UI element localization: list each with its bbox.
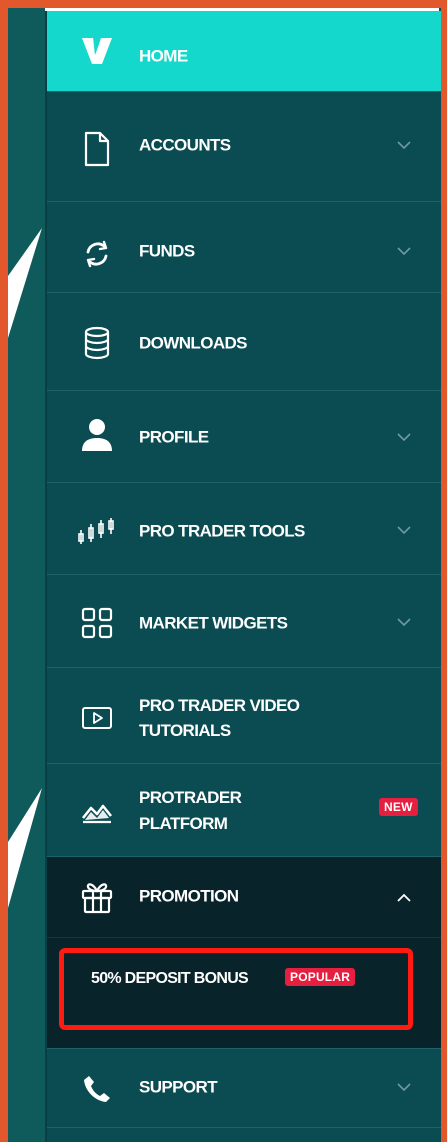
sidebar-item-home[interactable]: HOME (47, 11, 441, 92)
highlight-annotation (59, 948, 413, 1030)
sidebar-item-label: ACCOUNTS (139, 135, 231, 155)
sidebar-item-funds[interactable]: FUNDS (47, 202, 441, 293)
sidebar-item-profile[interactable]: PROFILE (47, 391, 441, 483)
screenshot-frame: HOME ACCOUNTS FUNDS DOWNLOADS PROFILE PR… (0, 0, 447, 1142)
popular-badge: POPULAR (285, 968, 356, 986)
sidebar-item-downloads[interactable]: DOWNLOADS (47, 293, 441, 391)
sidebar-item-video-tutorials[interactable]: PRO TRADER VIDEO TUTORIALS (47, 668, 441, 764)
sidebar-item-label: PROFILE (139, 427, 209, 447)
chevron-up-icon[interactable] (397, 890, 411, 904)
sidebar-item-label: SUPPORT (139, 1077, 218, 1097)
chevron-down-icon[interactable] (397, 138, 411, 152)
brand-logo-icon (79, 33, 115, 69)
sidebar-item-label: PROMOTION (139, 886, 239, 906)
video-play-icon (79, 700, 115, 736)
sidebar-item-label-line1: PRO TRADER VIDEO (139, 696, 300, 715)
chevron-down-icon[interactable] (397, 244, 411, 258)
top-rule (45, 8, 439, 11)
sidebar-item-label: FUNDS (139, 241, 195, 261)
sidebar-item-support[interactable]: SUPPORT (47, 1048, 441, 1128)
sidebar-item-label: PRO TRADER TOOLS (139, 521, 305, 541)
background-wedges (8, 228, 42, 908)
sidebar-item-market-widgets[interactable]: MARKET WIDGETS (47, 575, 441, 668)
grid-icon (79, 605, 115, 641)
promotion-submenu: 50% DEPOSIT BONUS POPULAR (47, 938, 441, 1048)
phone-icon (79, 1071, 115, 1107)
chevron-down-icon[interactable] (397, 615, 411, 629)
chevron-down-icon[interactable] (397, 523, 411, 537)
sidebar-item-pro-trader-tools[interactable]: PRO TRADER TOOLS (47, 483, 441, 575)
sidebar-item-label-line2: TUTORIALS (139, 721, 231, 740)
chevron-down-icon[interactable] (397, 430, 411, 444)
database-icon (79, 325, 115, 361)
sidebar-nav: HOME ACCOUNTS FUNDS DOWNLOADS PROFILE PR… (45, 8, 441, 1142)
new-badge: NEW (379, 798, 418, 816)
sidebar-item-label-line2: PLATFORM (139, 814, 228, 833)
submenu-item-deposit-bonus[interactable]: 50% DEPOSIT BONUS (91, 970, 249, 988)
gift-icon (79, 879, 115, 915)
sidebar-item-label: MARKET WIDGETS (139, 613, 288, 633)
sidebar-item-protrader-platform[interactable]: PROTRADER PLATFORM NEW (47, 764, 441, 857)
chevron-down-icon[interactable] (397, 1080, 411, 1094)
candlestick-icon (77, 513, 117, 549)
background-panel (8, 8, 45, 1142)
refresh-icon (79, 236, 115, 272)
document-icon (79, 131, 115, 167)
sidebar-item-label: DOWNLOADS (139, 333, 248, 353)
user-icon (79, 417, 115, 453)
sidebar-item-label: HOME (139, 46, 188, 66)
sidebar-item-accounts[interactable]: ACCOUNTS (47, 92, 441, 202)
sidebar-item-promotion[interactable]: PROMOTION (47, 857, 441, 938)
mountain-icon (79, 794, 115, 830)
sidebar-item-label-line1: PROTRADER (139, 788, 242, 807)
